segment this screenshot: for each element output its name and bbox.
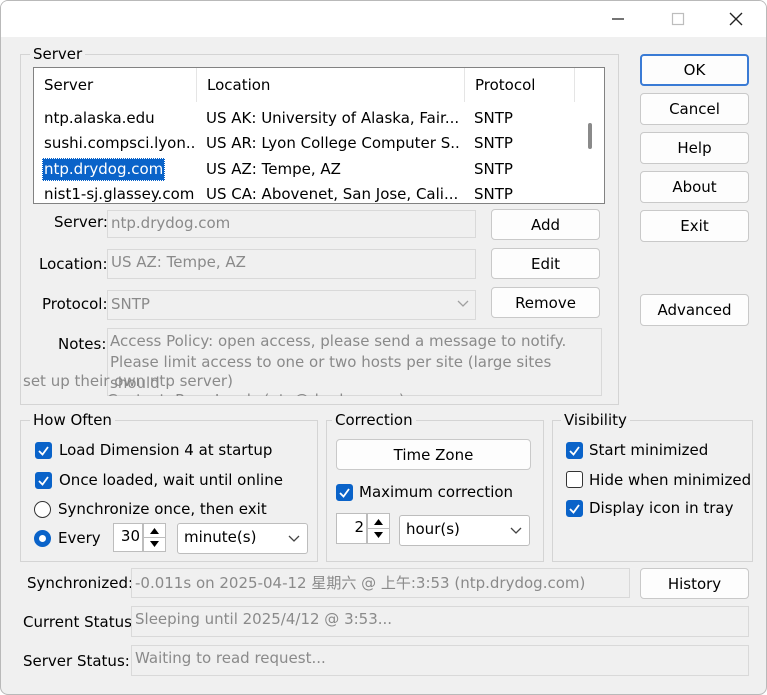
column-header-location[interactable]: Location [197,68,465,102]
max-correction-checkbox[interactable] [336,484,353,501]
protocol-value: SNTP [111,295,150,313]
max-value-input[interactable]: 2 [336,513,367,544]
advanced-button[interactable]: Advanced [640,294,749,326]
protocol-cell: SNTP [474,185,513,203]
edit-button[interactable]: Edit [491,248,600,279]
check-icon [569,446,580,456]
location-cell: US CA: Abovenet, San Jose, Cali... [206,185,459,203]
spin-down-icon[interactable] [373,531,384,540]
every-value-input[interactable]: 30 [113,523,143,552]
wait-online-checkbox[interactable] [35,472,52,489]
start-minimized-label[interactable]: Start minimized [589,440,708,460]
load-startup-checkbox[interactable] [35,442,52,459]
max-unit-dropdown[interactable]: hour(s) [399,515,530,546]
title-bar [1,1,766,37]
chevron-down-icon [288,535,300,542]
current-status-label: Current Status: [23,613,137,631]
server-group-title: Server [30,45,86,63]
location-cell: US AR: Lyon College Computer S... [206,134,461,152]
close-button[interactable] [707,1,765,37]
visibility-title: Visibility [561,411,630,429]
synchronized-value: -0.011s on 2025-04-12 星期六 @ 上午:3:53 (ntp… [131,568,630,598]
time-zone-button[interactable]: Time Zone [336,439,531,470]
protocol-cell: SNTP [474,160,513,178]
scrollbar-thumb[interactable] [588,123,592,149]
exit-button[interactable]: Exit [640,210,749,242]
protocol-field-label: Protocol: [42,295,108,313]
synchronized-label: Synchronized: [27,574,134,592]
wait-online-label[interactable]: Once loaded, wait until online [59,470,283,490]
location-cell: US AK: University of Alaska, Fair... [206,109,460,127]
notes-line-clipped: Contact: Russ Leeds (ntp@drydog.com) [107,390,405,396]
history-button[interactable]: History [640,568,749,599]
list-scrollbar[interactable] [579,102,603,202]
every-unit-value: minute(s) [184,528,257,546]
server-cell: sushi.compsci.lyon... [44,134,194,152]
sync-once-label[interactable]: Synchronize once, then exit [58,499,267,519]
dimension4-window: Server Server Location Protocol ntp.alas… [0,0,767,695]
check-icon [38,476,49,486]
column-header-protocol[interactable]: Protocol [465,68,575,102]
remove-button[interactable]: Remove [491,287,600,318]
check-icon [339,488,350,498]
spin-up-icon[interactable] [373,517,384,526]
spin-up-icon[interactable] [149,526,160,535]
start-minimized-checkbox[interactable] [566,442,583,459]
help-button[interactable]: Help [640,132,749,164]
every-radio[interactable] [34,530,51,547]
server-cell: ntp.drydog.com [42,158,166,181]
list-item[interactable]: sushi.compsci.lyon... US AR: Lyon Colleg… [34,131,579,156]
every-spinner[interactable] [143,523,166,552]
minimize-icon [612,18,624,20]
protocol-cell: SNTP [474,109,513,127]
max-unit-value: hour(s) [406,520,460,538]
maximize-button[interactable] [649,1,707,37]
hide-minimized-label[interactable]: Hide when minimized [589,470,751,490]
every-unit-dropdown[interactable]: minute(s) [177,523,308,554]
protocol-cell: SNTP [474,134,513,152]
sync-once-radio[interactable] [34,501,51,518]
cancel-button[interactable]: Cancel [640,93,749,125]
check-icon [569,504,580,514]
server-field-label: Server: [54,213,108,231]
hide-minimized-checkbox[interactable] [566,471,583,488]
current-status-value: Sleeping until 2025/4/12 @ 3:53... [131,606,749,637]
server-status-label: Server Status: [23,652,130,670]
server-status-value: Waiting to read request... [131,645,749,676]
server-list[interactable]: Server Location Protocol ntp.alaska.edu … [33,67,605,204]
how-often-title: How Often [30,411,115,429]
location-field[interactable]: US AZ: Tempe, AZ [107,249,476,279]
server-field[interactable]: ntp.drydog.com [107,210,476,238]
spin-down-icon[interactable] [149,540,160,549]
ok-button[interactable]: OK [640,54,749,86]
about-button[interactable]: About [640,171,749,203]
column-header-server[interactable]: Server [34,68,197,102]
close-icon [729,12,743,26]
list-item[interactable]: nist1-sj.glassey.com US CA: Abovenet, Sa… [34,182,579,203]
max-spinner[interactable] [367,513,390,544]
list-item-selected[interactable]: ntp.drydog.com US AZ: Tempe, AZ SNTP [34,157,579,182]
list-item[interactable]: ntp.alaska.edu US AK: University of Alas… [34,106,579,131]
server-cell: ntp.alaska.edu [44,109,155,127]
location-cell: US AZ: Tempe, AZ [206,160,341,178]
notes-line: Access Policy: open access, please send … [110,332,567,350]
every-label[interactable]: Every [58,528,101,548]
correction-title: Correction [332,411,416,429]
notes-label: Notes: [58,335,107,353]
check-icon [38,446,49,456]
server-cell: nist1-sj.glassey.com [44,185,194,203]
load-startup-label[interactable]: Load Dimension 4 at startup [59,440,272,460]
notes-line-overflow: set up their own ntp server) [23,372,233,390]
display-tray-label[interactable]: Display icon in tray [589,498,734,518]
add-button[interactable]: Add [491,209,600,240]
chevron-down-icon [510,527,522,534]
protocol-dropdown[interactable]: SNTP [107,290,476,320]
location-field-label: Location: [39,255,108,273]
chevron-down-icon [457,300,469,307]
maximize-icon [671,12,685,26]
max-correction-label[interactable]: Maximum correction [359,482,513,502]
display-tray-checkbox[interactable] [566,500,583,517]
minimize-button[interactable] [589,1,647,37]
